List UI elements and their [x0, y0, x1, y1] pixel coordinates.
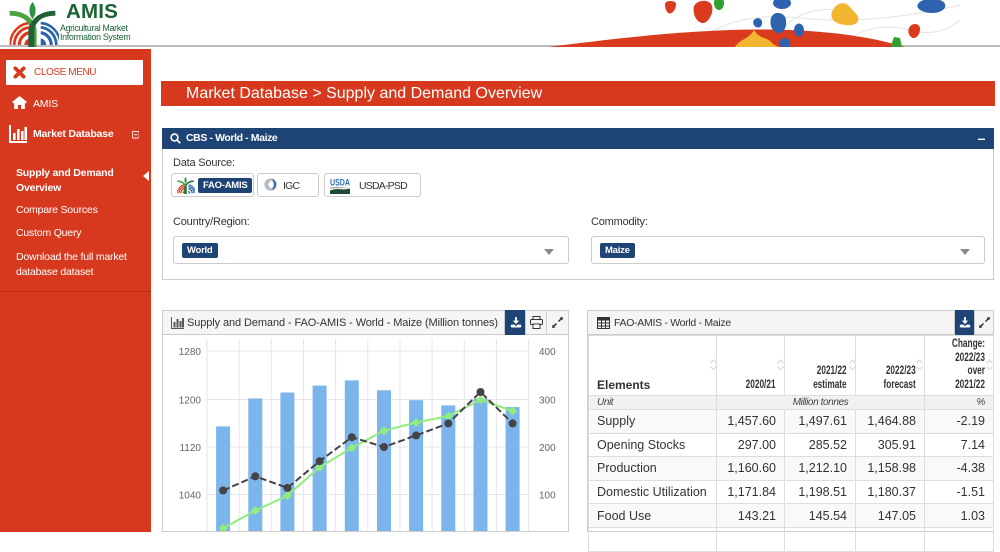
svg-text:400: 400: [539, 347, 556, 358]
svg-text:200: 200: [539, 443, 556, 454]
svg-text:100: 100: [539, 491, 556, 502]
svg-text:300: 300: [539, 396, 556, 407]
svg-text:1280: 1280: [179, 347, 202, 358]
svg-text:1120: 1120: [179, 443, 201, 454]
svg-text:1200: 1200: [179, 396, 202, 407]
svg-text:1040: 1040: [179, 491, 202, 502]
